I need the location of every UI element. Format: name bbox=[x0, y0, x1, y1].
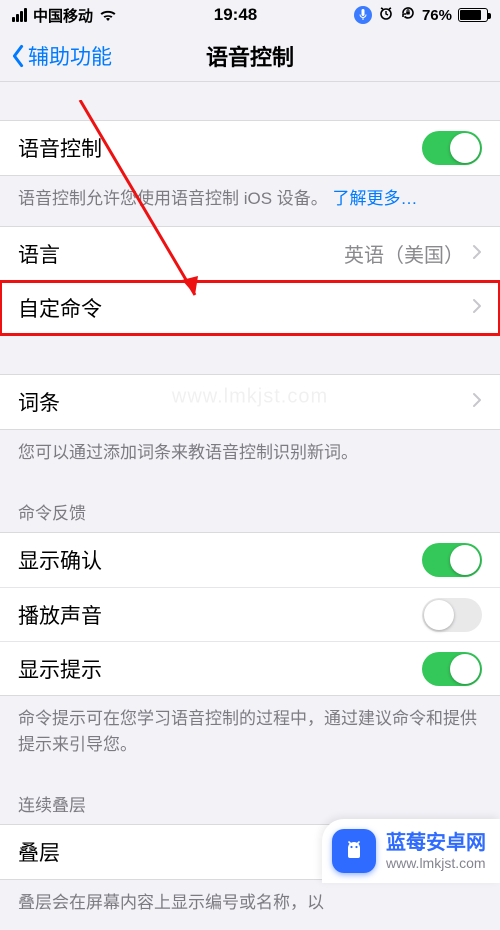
carrier-label: 中国移动 bbox=[33, 5, 93, 26]
feedback-group: 显示确认 播放声音 显示提示 bbox=[0, 532, 500, 696]
brand-url: www.lmkjst.com bbox=[386, 855, 486, 872]
show-hints-toggle[interactable] bbox=[422, 652, 482, 686]
custom-commands-row[interactable]: 自定命令 bbox=[0, 281, 500, 335]
wifi-icon bbox=[99, 8, 117, 22]
brand-badge: 蓝莓安卓网 www.lmkjst.com bbox=[322, 819, 500, 883]
play-sound-label: 播放声音 bbox=[18, 600, 102, 630]
overlay-footer: 叠层会在屏幕内容上显示编号或名称，以 bbox=[0, 880, 500, 930]
play-sound-toggle[interactable] bbox=[422, 598, 482, 632]
voice-control-status-icon bbox=[354, 6, 372, 24]
play-sound-row[interactable]: 播放声音 bbox=[0, 587, 500, 641]
custom-commands-label: 自定命令 bbox=[18, 293, 102, 323]
chevron-right-icon bbox=[472, 242, 482, 266]
learn-more-link[interactable]: 了解更多… bbox=[333, 189, 418, 208]
language-value: 英语（美国） bbox=[344, 239, 464, 268]
voice-control-toggle[interactable] bbox=[422, 131, 482, 165]
voice-control-footer-text: 语音控制允许您使用语音控制 iOS 设备。 bbox=[18, 189, 328, 208]
chevron-right-icon bbox=[472, 390, 482, 414]
alarm-icon bbox=[378, 5, 394, 25]
feedback-footer: 命令提示可在您学习语音控制的过程中，通过建议命令和提供提示来引导您。 bbox=[0, 696, 500, 771]
voice-control-footer: 语音控制允许您使用语音控制 iOS 设备。 了解更多… bbox=[0, 176, 500, 226]
nav-bar: 辅助功能 语音控制 bbox=[0, 30, 500, 82]
overlay-label: 叠层 bbox=[18, 837, 60, 867]
language-commands-group: 语言 英语（美国） 自定命令 bbox=[0, 226, 500, 336]
back-label: 辅助功能 bbox=[28, 41, 112, 71]
voice-control-group: 语音控制 bbox=[0, 120, 500, 176]
vocabulary-label: 词条 bbox=[18, 387, 60, 417]
status-left: 中国移动 bbox=[12, 5, 117, 26]
show-confirm-row[interactable]: 显示确认 bbox=[0, 533, 500, 587]
back-button[interactable]: 辅助功能 bbox=[10, 30, 112, 81]
show-hints-label: 显示提示 bbox=[18, 654, 102, 684]
brand-name: 蓝莓安卓网 bbox=[386, 831, 486, 855]
status-time: 19:48 bbox=[214, 5, 257, 25]
chevron-left-icon bbox=[10, 44, 26, 68]
cellular-signal-icon bbox=[12, 8, 27, 22]
show-confirm-toggle[interactable] bbox=[422, 543, 482, 577]
vocabulary-group: 词条 bbox=[0, 374, 500, 430]
show-hints-row[interactable]: 显示提示 bbox=[0, 641, 500, 695]
feedback-header: 命令反馈 bbox=[0, 479, 500, 532]
page-title: 语音控制 bbox=[206, 40, 294, 72]
brand-logo-icon bbox=[332, 829, 376, 873]
voice-control-label: 语音控制 bbox=[18, 133, 102, 163]
vocabulary-footer: 您可以通过添加词条来教语音控制识别新词。 bbox=[0, 430, 500, 480]
orientation-lock-icon bbox=[400, 5, 416, 25]
status-right: 76% bbox=[354, 5, 488, 25]
show-confirm-label: 显示确认 bbox=[18, 545, 102, 575]
chevron-right-icon bbox=[472, 296, 482, 320]
language-row[interactable]: 语言 英语（美国） bbox=[0, 227, 500, 281]
battery-icon bbox=[458, 8, 488, 22]
vocabulary-row[interactable]: 词条 bbox=[0, 375, 500, 429]
voice-control-row[interactable]: 语音控制 bbox=[0, 121, 500, 175]
battery-percent: 76% bbox=[422, 7, 452, 24]
overlay-header: 连续叠层 bbox=[0, 771, 500, 824]
language-label: 语言 bbox=[18, 239, 60, 269]
status-bar: 中国移动 19:48 76% bbox=[0, 0, 500, 30]
